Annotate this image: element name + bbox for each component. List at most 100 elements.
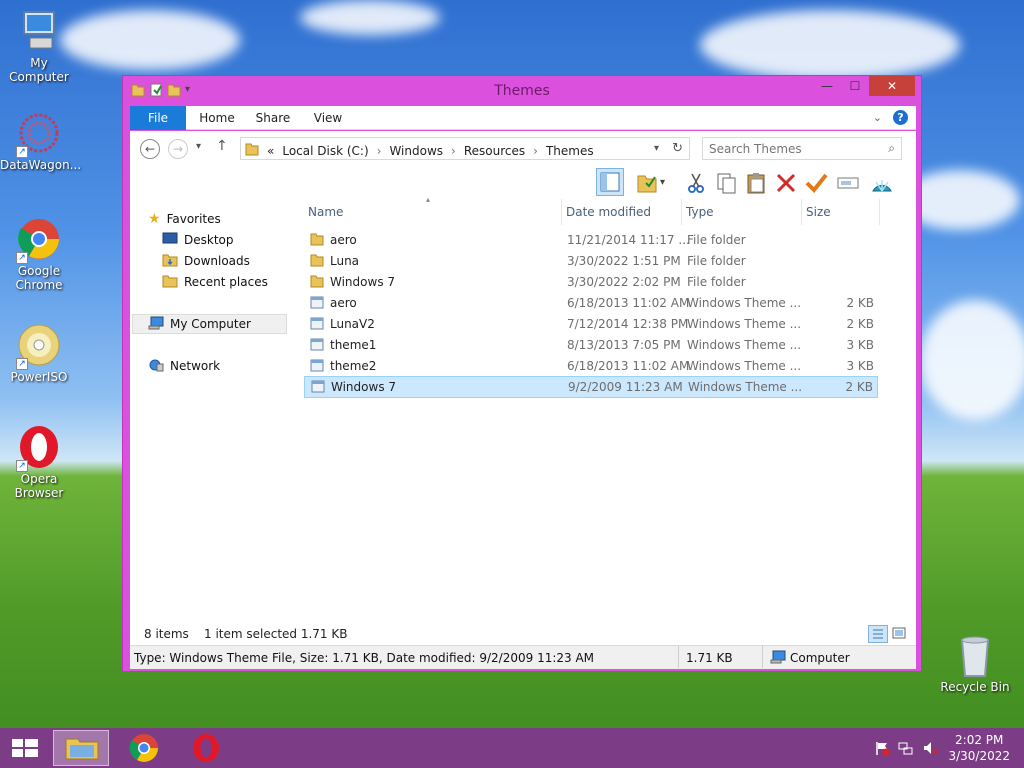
theme-file-icon [310,359,324,372]
file-row[interactable]: Luna 3/30/2022 1:51 PM File folder [304,251,878,271]
breadcrumb-themes[interactable]: Themes [546,144,594,158]
breadcrumb-resources[interactable]: Resources [464,144,525,158]
column-header-type[interactable]: Type [682,199,802,225]
downloads-folder-icon [162,253,178,270]
search-input[interactable] [709,139,879,159]
file-row[interactable]: Windows 7 3/30/2022 2:02 PM File folder [304,272,878,292]
search-box: ⌕ [702,137,902,160]
forward-button[interactable]: → [168,139,188,159]
file-size: 3 KB [846,359,874,373]
delete-icon[interactable] [774,171,798,195]
column-header-date-modified[interactable]: Date modified [562,199,682,225]
shortcut-arrow-icon: ↗ [16,146,28,158]
taskbar-chrome[interactable] [116,730,172,766]
nav-downloads[interactable]: Downloads [162,251,250,271]
cut-icon[interactable] [684,171,708,195]
back-button[interactable]: ← [140,139,160,159]
large-icons-view-icon[interactable] [890,625,910,643]
network-status-icon[interactable] [898,740,914,759]
desktop-icon-poweriso[interactable]: ↗ PowerISO [0,322,78,384]
desktop-icon-datawagon[interactable]: ↗ DataWagon... [0,110,81,172]
window-title: Themes [494,83,550,99]
file-type: File folder [687,275,746,289]
details-view-icon[interactable] [868,625,888,643]
file-name: aero [330,233,357,247]
preview-pane-icon[interactable] [596,168,624,196]
search-icon[interactable]: ⌕ [888,141,895,156]
tab-file[interactable]: File [130,106,186,130]
expand-ribbon-chevron-icon[interactable]: ⌄ [873,111,882,124]
title-bar[interactable]: ▾ Themes — ☐ ✕ [123,76,921,106]
paste-icon[interactable] [744,171,768,195]
navigation-pane: ★ Favorites Desktop Downloads Recent pla… [130,199,290,623]
file-explorer-icon [65,738,99,760]
minimize-button[interactable]: — [813,76,841,96]
help-icon[interactable]: ? [893,110,908,125]
file-size: 3 KB [846,338,874,352]
details-text: Type: Windows Theme File, Size: 1.71 KB,… [134,651,595,665]
breadcrumb-separator-icon: › [533,143,538,158]
taskbar-file-explorer[interactable] [53,730,109,766]
address-overflow[interactable]: « [267,144,274,158]
nav-recent-places[interactable]: Recent places [162,272,268,292]
tab-share[interactable]: Share [250,106,296,130]
nav-my-computer[interactable]: My Computer [132,314,287,334]
system-clock[interactable]: 2:02 PM 3/30/2022 [948,732,1010,764]
breadcrumb-local-disk[interactable]: Local Disk (C:) [282,144,368,158]
disc-icon: ↗ [16,322,62,370]
rename-icon[interactable] [836,171,860,195]
breadcrumb-separator-icon: › [376,143,382,158]
file-row[interactable]: aero 6/18/2013 11:02 AM Windows Theme ..… [304,293,878,313]
recent-places-icon [162,274,178,291]
desktop-icon-label: My Computer [9,56,69,84]
address-bar[interactable]: « Local Disk (C:) › Windows › Resources … [240,137,690,160]
start-button[interactable] [0,730,50,766]
theme-file-icon [310,338,324,351]
file-size: 2 KB [845,380,873,394]
desktop-icon-my-computer[interactable]: My Computer [0,8,78,84]
file-name: theme1 [330,338,377,352]
file-row[interactable]: aero 11/21/2014 11:17 ... File folder [304,230,878,250]
file-row[interactable]: theme2 6/18/2013 11:02 AM Windows Theme … [304,356,878,376]
checkmark-icon[interactable] [804,171,828,195]
nav-desktop[interactable]: Desktop [162,230,234,250]
action-center-flag-icon[interactable] [874,740,890,759]
up-arrow-icon[interactable]: ↑ [216,138,228,154]
file-row-selected[interactable]: Windows 7 9/2/2009 11:23 AM Windows Them… [304,376,878,398]
details-bar: Type: Windows Theme File, Size: 1.71 KB,… [130,645,916,669]
file-type: File folder [687,254,746,268]
organize-chevron-icon[interactable]: ▾ [660,171,672,195]
tab-view[interactable]: View [306,106,350,130]
tab-home[interactable]: Home [192,106,242,130]
breadcrumb-windows[interactable]: Windows [389,144,443,158]
nav-network[interactable]: Network [148,356,220,376]
refresh-icon[interactable]: ↻ [672,141,683,156]
window-controls: — ☐ ✕ [813,76,915,96]
computer-icon [770,650,786,667]
opera-icon [193,734,219,762]
shell-icon[interactable] [870,171,894,195]
select-folder-icon[interactable] [636,171,660,195]
volume-muted-icon[interactable] [922,740,938,759]
shortcut-arrow-icon: ↗ [16,460,28,472]
desktop-icon-recycle-bin[interactable]: Recycle Bin [936,632,1014,694]
nav-favorites[interactable]: ★ Favorites [148,209,221,229]
desktop-icon-opera[interactable]: ↗ Opera Browser [0,424,78,500]
desktop-icon-label: Google Chrome [15,264,63,292]
breadcrumb-separator-icon: › [451,143,456,158]
maximize-button[interactable]: ☐ [841,76,869,96]
address-dropdown-chevron-icon[interactable]: ▾ [654,143,659,154]
file-date: 7/12/2014 12:38 PM [567,317,689,331]
ribbon-tabs: File Home Share View ⌄ ? [130,106,916,130]
copy-icon[interactable] [714,171,738,195]
close-button[interactable]: ✕ [869,76,915,96]
desktop-icon-chrome[interactable]: ↗ Google Chrome [0,216,78,292]
taskbar-opera[interactable] [178,730,234,766]
column-header-size[interactable]: Size [802,199,880,225]
file-type: Windows Theme ... [687,338,802,352]
file-row[interactable]: theme1 8/13/2013 7:05 PM Windows Theme .… [304,335,878,355]
recent-locations-chevron-icon[interactable]: ▾ [196,141,201,152]
file-row[interactable]: LunaV2 7/12/2014 12:38 PM Windows Theme … [304,314,878,334]
column-header-name[interactable]: Name [304,199,562,225]
folder-icon [310,254,324,267]
